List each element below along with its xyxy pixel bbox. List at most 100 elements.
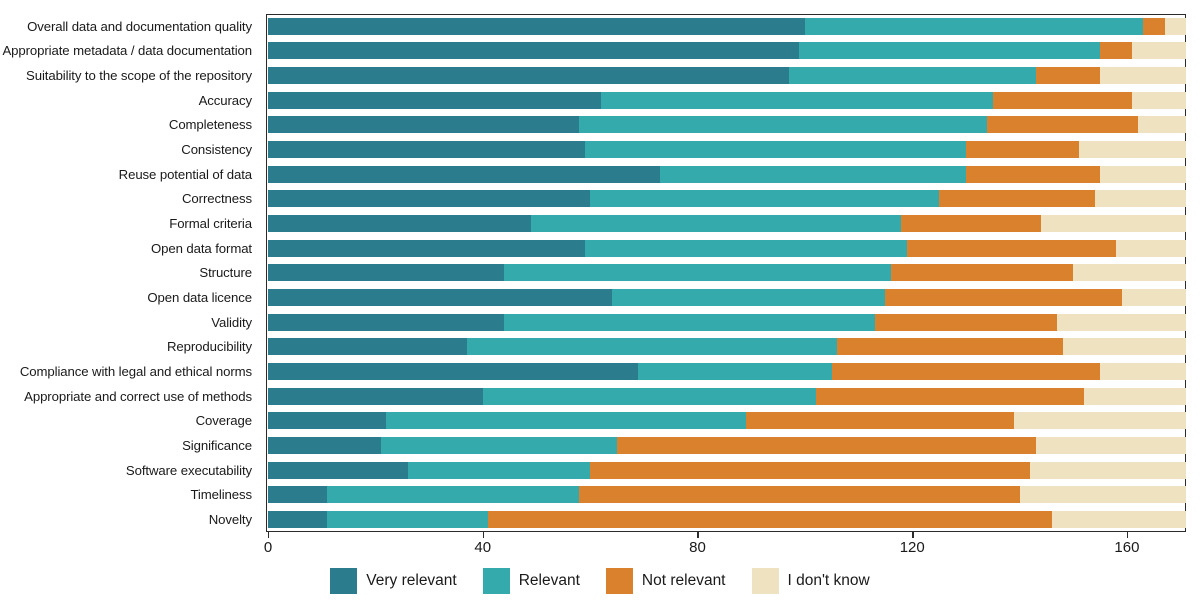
bar-segment-very-relevant <box>268 141 585 159</box>
bar-row <box>268 285 1186 310</box>
bar-segment-relevant <box>579 116 988 134</box>
x-axis-tick-mark <box>1126 532 1129 538</box>
stacked-bar <box>268 436 1186 454</box>
x-axis-tick-mark <box>912 532 914 538</box>
y-axis-tick-label: Formal criteria <box>169 216 252 232</box>
y-axis-tick-label: Structure <box>199 265 252 281</box>
bar-row <box>268 113 1186 138</box>
bar-segment-not-relevant <box>874 313 1058 331</box>
stacked-bar <box>268 313 1186 331</box>
bar-segment-relevant <box>799 42 1101 60</box>
bar-segment-i-don-t-know <box>1030 461 1186 479</box>
legend-label: Not relevant <box>641 572 726 589</box>
y-axis-tick-label: Timeliness <box>190 487 252 503</box>
stacked-bar <box>268 461 1186 479</box>
legend-label: Relevant <box>518 572 580 589</box>
bar-segment-very-relevant <box>268 289 612 307</box>
bar-segment-relevant <box>584 141 966 159</box>
legend-item[interactable]: Not relevant <box>605 568 726 594</box>
bar-segment-relevant <box>386 412 746 430</box>
bar-row <box>268 39 1186 64</box>
bar-segment-not-relevant <box>1143 17 1165 35</box>
bar-segment-relevant <box>504 264 891 282</box>
y-axis-tick-label: Software executability <box>125 462 252 478</box>
x-axis-tick-label: 160 <box>1114 539 1140 556</box>
bar-segment-i-don-t-know <box>1121 289 1186 307</box>
bar-segment-relevant <box>466 338 838 356</box>
stacked-bar <box>268 412 1186 430</box>
x-axis-tick-mark <box>268 532 270 538</box>
bar-segment-not-relevant <box>590 461 1031 479</box>
bar-segment-relevant <box>611 289 886 307</box>
bar-row <box>268 261 1186 286</box>
bar-segment-very-relevant <box>268 91 601 109</box>
bar-row <box>268 433 1186 458</box>
x-axis-tick-label: 40 <box>474 539 492 556</box>
legend-item[interactable]: Very relevant <box>330 568 457 594</box>
y-axis-tick-label: Reuse potential of data <box>118 166 252 182</box>
y-axis-tick-label: Open data licence <box>147 290 252 306</box>
bar-segment-not-relevant <box>885 289 1122 307</box>
bar-segment-very-relevant <box>268 338 467 356</box>
bar-segment-not-relevant <box>965 141 1079 159</box>
bar-row <box>268 187 1186 212</box>
bar-row <box>268 162 1186 187</box>
bar-segment-i-don-t-know <box>1094 190 1186 208</box>
bar-segment-i-don-t-know <box>1041 215 1186 233</box>
bar-segment-not-relevant <box>890 264 1074 282</box>
bar-row <box>268 137 1186 162</box>
bar-segment-not-relevant <box>901 215 1042 233</box>
y-axis-tick-label: Correctness <box>182 191 252 207</box>
bar-segment-i-don-t-know <box>1132 42 1186 60</box>
bar-segment-not-relevant <box>488 510 1052 528</box>
y-axis-tick-label: Overall data and documentation quality <box>27 18 252 34</box>
bar-row <box>268 359 1186 384</box>
y-axis-tick-label: Completeness <box>168 117 252 133</box>
bars-area <box>268 14 1186 532</box>
y-axis-tick-label: Validity <box>211 314 252 330</box>
bar-segment-not-relevant <box>579 486 1020 504</box>
stacked-bar <box>268 116 1186 134</box>
bar-segment-very-relevant <box>268 215 532 233</box>
y-axis-tick-label: Accuracy <box>198 92 253 108</box>
bar-row <box>268 211 1186 236</box>
stacked-bar <box>268 338 1186 356</box>
bar-segment-not-relevant <box>1100 42 1133 60</box>
bar-segment-i-don-t-know <box>1132 91 1186 109</box>
bar-segment-relevant <box>590 190 940 208</box>
legend-item[interactable]: Relevant <box>482 568 580 594</box>
bar-segment-very-relevant <box>268 165 660 183</box>
x-axis-tick-label: 0 <box>263 539 273 556</box>
bar-segment-i-don-t-know <box>1014 412 1186 430</box>
bar-segment-i-don-t-know <box>1164 17 1186 35</box>
bar-row <box>268 335 1186 360</box>
bar-row <box>268 236 1186 261</box>
bar-segment-not-relevant <box>965 165 1101 183</box>
bar-segment-relevant <box>380 436 617 454</box>
bar-segment-very-relevant <box>268 239 585 257</box>
bar-segment-not-relevant <box>1035 67 1101 85</box>
y-axis-tick-label: Consistency <box>181 142 252 158</box>
legend-swatch-icon <box>482 568 510 594</box>
bar-row <box>268 409 1186 434</box>
stacked-bar <box>268 165 1186 183</box>
x-axis-tick-mark <box>482 532 485 538</box>
x-axis-tick-label: 80 <box>689 539 706 556</box>
legend-swatch-icon <box>330 568 358 594</box>
stacked-bar <box>268 42 1186 60</box>
bar-segment-very-relevant <box>268 436 381 454</box>
bar-segment-i-don-t-know <box>1035 436 1186 454</box>
x-axis-tick-mark <box>697 532 699 538</box>
bar-segment-very-relevant <box>268 412 387 430</box>
bar-segment-very-relevant <box>268 264 505 282</box>
bar-segment-i-don-t-know <box>1116 239 1186 257</box>
bar-segment-i-don-t-know <box>1078 141 1186 159</box>
bar-segment-i-don-t-know <box>1051 510 1186 528</box>
y-axis-tick-label: Compliance with legal and ethical norms <box>19 364 252 380</box>
bar-segment-very-relevant <box>268 17 805 35</box>
bar-segment-very-relevant <box>268 190 591 208</box>
bar-row <box>268 63 1186 88</box>
legend-item[interactable]: I don't know <box>751 568 870 594</box>
stacked-bar <box>268 17 1186 35</box>
bar-segment-i-don-t-know <box>1073 264 1186 282</box>
